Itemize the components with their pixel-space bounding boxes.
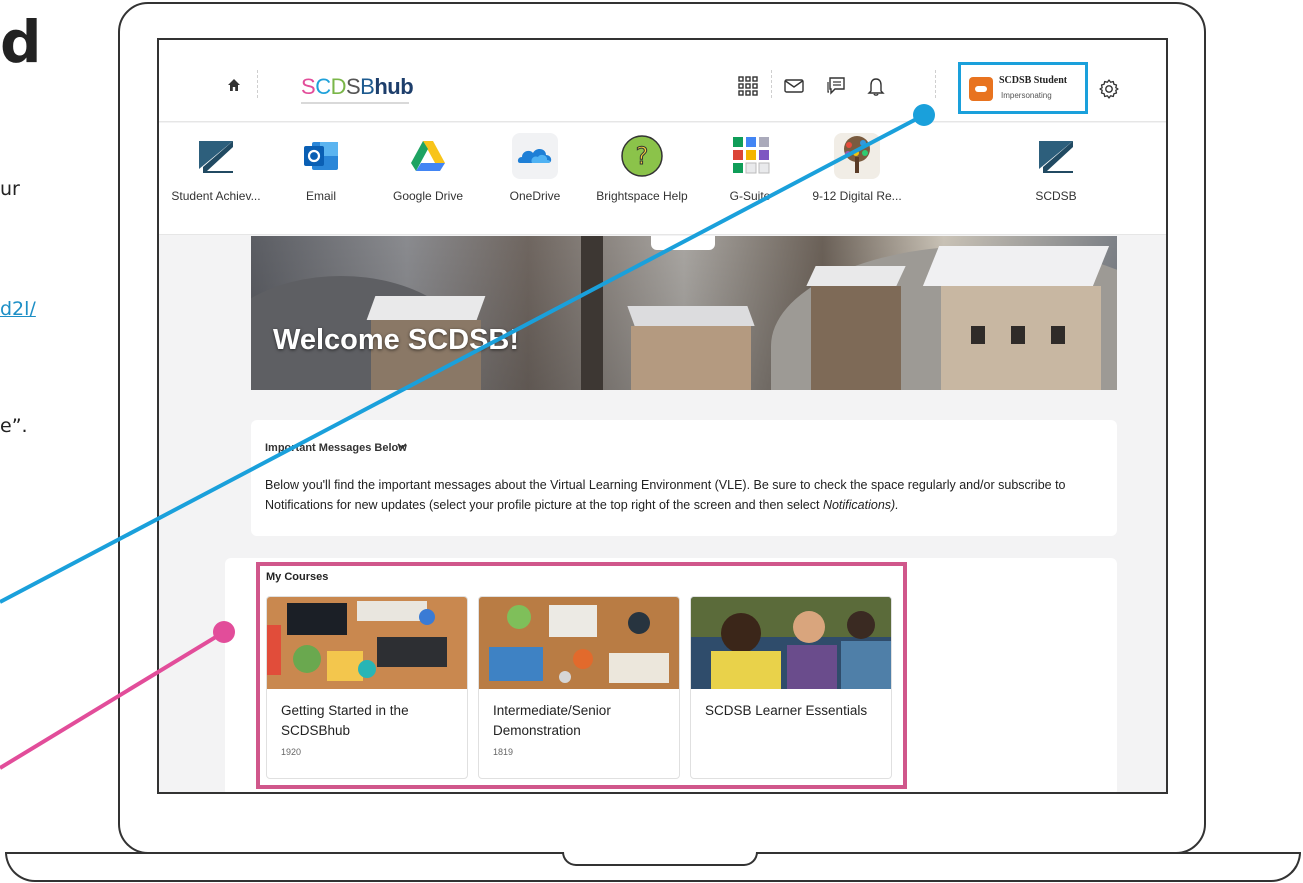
course-title[interactable]: Getting Started in the SCDSBhub (281, 701, 459, 741)
divider (257, 70, 258, 98)
avatar (969, 77, 993, 101)
app-student-achievement[interactable]: Student Achiev... (161, 133, 271, 203)
messages-body: Below you'll find the important messages… (265, 478, 1066, 512)
google-drive-icon (405, 133, 451, 179)
banner-title: Welcome SCDSB! (273, 324, 520, 356)
outlook-icon (298, 133, 344, 179)
app-navbar: Student Achiev... Email Google Drive One… (159, 123, 1166, 235)
app-grid-icon[interactable] (737, 75, 759, 97)
profile-status: Impersonating (1001, 91, 1052, 100)
gear-icon[interactable] (1098, 78, 1120, 100)
my-courses-highlight: My Courses Getting Started in the SCDSBh… (256, 562, 907, 789)
course-image (691, 597, 891, 689)
slide: d ur d2l/ e”. SCDSBhub SCDSB Student Imp… (0, 0, 1303, 883)
home-icon[interactable] (227, 78, 241, 92)
scdsb-logo-icon (193, 133, 239, 179)
scdsbhub-logo[interactable]: SCDSBhub (301, 74, 414, 100)
app-scdsb[interactable]: SCDSB (1001, 133, 1111, 203)
course-card[interactable]: Intermediate/Senior Demonstration 1819 (478, 596, 680, 779)
mail-icon[interactable] (783, 75, 805, 97)
course-code: 1819 (493, 747, 514, 757)
profile-menu[interactable]: SCDSB Student Impersonating (958, 62, 1088, 114)
slide-text-fragment: e”. (0, 415, 28, 437)
course-image (479, 597, 679, 689)
app-gsuite[interactable]: G-Suite (695, 133, 805, 203)
course-card[interactable]: SCDSB Learner Essentials (690, 596, 892, 779)
app-onedrive[interactable]: OneDrive (480, 133, 590, 203)
course-title[interactable]: Intermediate/Senior Demonstration (493, 701, 671, 741)
app-google-drive[interactable]: Google Drive (373, 133, 483, 203)
svg-text:?: ? (636, 142, 649, 170)
laptop-notch (562, 852, 758, 866)
slide-heading-fragment: d (0, 8, 43, 76)
logo-underline (301, 102, 409, 104)
scdsb-logo-icon (1033, 133, 1079, 179)
my-courses-title: My Courses (266, 571, 329, 583)
bell-icon[interactable] (865, 75, 887, 97)
tree-icon (834, 133, 880, 179)
course-code: 1920 (281, 747, 302, 757)
slide-text-fragment: ur (0, 178, 20, 200)
course-title[interactable]: SCDSB Learner Essentials (705, 701, 883, 721)
course-image (267, 597, 467, 689)
profile-name: SCDSB Student (999, 75, 1068, 86)
app-digital-resources[interactable]: 9-12 Digital Re... (802, 133, 912, 203)
gsuite-icon (727, 133, 773, 179)
divider (771, 70, 772, 98)
important-messages-widget: Important Messages Below Below you'll fi… (251, 420, 1117, 536)
chat-icon[interactable] (825, 75, 847, 97)
course-card[interactable]: Getting Started in the SCDSBhub 1920 (266, 596, 468, 779)
app-brightspace-help[interactable]: ? Brightspace Help (587, 133, 697, 203)
welcome-banner: Welcome SCDSB! (251, 236, 1117, 390)
help-question-icon: ? (619, 133, 665, 179)
chevron-down-icon[interactable] (397, 441, 407, 451)
divider (935, 70, 936, 98)
slide-link-fragment[interactable]: d2l/ (0, 298, 36, 320)
banner-collapse-tab[interactable] (651, 236, 715, 250)
laptop-screen: SCDSBhub SCDSB Student Impersonating Stu… (157, 38, 1168, 794)
app-email[interactable]: Email (266, 133, 376, 203)
messages-title[interactable]: Important Messages Below (265, 442, 407, 454)
top-navigation-bar: SCDSBhub SCDSB Student Impersonating (159, 40, 1166, 122)
onedrive-icon (512, 133, 558, 179)
